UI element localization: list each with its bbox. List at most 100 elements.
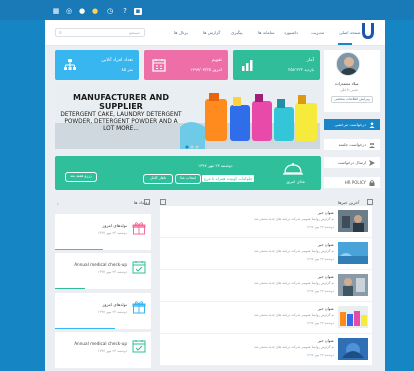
banner-line-3: DETERGENT CAKE, LAUNDRY DETERGENT [60,112,182,118]
app-icon[interactable]: ▪ [134,8,142,15]
banner-line-2: SUPPLIER [99,102,143,111]
events-icon [144,199,150,205]
event-title: تولدهای امروز [102,223,127,228]
sidebar-item-label: HR POLICY [344,180,366,185]
news-thumbnail [338,306,368,328]
carousel-dots[interactable] [185,145,199,151]
calendar-card[interactable]: تقویم امروز ۱۳۹۷/۰۷/۲۵ [144,50,228,80]
sidebar-item-label: ارسال درخواست [337,160,366,165]
news-date: دوشنبه ۲۳ مهر ۱۳۹۷ [306,225,334,229]
event-title: Annual medical check-up [74,262,127,267]
globe-icon[interactable]: ◎ [65,8,73,15]
news-item[interactable]: عنوان خبر به گزارش روابط عمومی شرکت برنا… [160,302,372,334]
banner-line-4: POWDER, DETERGENT POWDER AND A [64,119,178,125]
news-item[interactable]: عنوان خبر به گزارش روابط عمومی شرکت برنا… [160,238,372,270]
top-bar: ▦ ◎ ● ● ◷ ? ▪ [0,0,414,20]
event-progress-bar [55,248,103,250]
event-date: دوشنبه ۲۳ مهر ۱۳۹۷ [97,231,127,235]
active-nav-indicator [338,43,352,45]
nav-item-home[interactable]: صفحه اصلی [339,30,361,35]
nav-item-6[interactable]: گزارش ها [203,30,220,35]
news-title: عنوان خبر [317,306,334,311]
nav-item-4[interactable]: سامانه ها [258,30,275,35]
event-date: دوشنبه ۲۳ مهر ۱۳۹۷ [97,310,127,314]
sidebar-item-leave-request[interactable]: درخواست مرخصی [324,119,380,131]
card-value: ۲۵۸٬۳۲۲ بازدید [288,67,314,72]
edit-profile-button[interactable]: ویرایش اطلاعات شخصی [331,96,373,103]
news-date: دوشنبه ۲۳ مهر ۱۳۹۷ [306,257,334,261]
unilever-logo[interactable] [360,22,376,40]
event-progress-bar [55,327,115,329]
food-date: دوشنبه ۲۳ مهر ۱۳۹۷ [198,163,233,168]
bell-icon[interactable]: ● [78,8,86,15]
banner-line-1: MANUFACTURER AND [72,93,169,102]
more-icon[interactable]: ‹ [57,201,59,206]
event-progress-bar [55,287,85,289]
sidebar-item-meeting-request[interactable]: درخواست جلسه [324,139,380,151]
full-lunch-button[interactable]: ناهار کامل [143,174,173,184]
news-description: به گزارش روابط عمومی شرکت برنامه های جدی… [254,313,334,317]
nav-item-3[interactable]: داشبورد [284,30,298,35]
news-item[interactable]: عنوان خبر به گزارش روابط عمومی شرکت برنا… [160,206,372,238]
chart-icon [242,60,253,71]
search-icon: ⌕ [59,30,62,36]
news-list: عنوان خبر به گزارش روابط عمومی شرکت برنا… [160,206,372,366]
news-date: دوشنبه ۲۳ مهر ۱۳۹۷ [306,321,334,325]
nav-item-2[interactable]: مدیریت [311,30,324,35]
news-thumbnail [338,274,368,296]
card-value: امروز ۱۳۹۷/۰۷/۲۵ [190,67,222,72]
event-title: تولدهای امروز [102,302,127,307]
reserve-next-week-button[interactable]: رزرو هفته بعد [65,172,97,182]
food-name: چلوکباب کوبیده همراه با مرغ [202,175,255,182]
news-item[interactable]: عنوان خبر به گزارش روابط عمومی شرکت برنا… [160,270,372,302]
news-description: به گزارش روابط عمومی شرکت برنامه های جدی… [254,249,334,253]
gift-icon [132,301,146,314]
event-title: Annual medical check-up [74,341,127,346]
org-chart-icon [64,59,76,70]
food-tray-icon [283,163,303,175]
nav-item-7[interactable]: پرتال ها [174,30,188,35]
statistics-card[interactable]: آمار ۲۵۸٬۳۲۲ بازدید [233,50,320,80]
news-description: به گزارش روابط عمومی شرکت برنامه های جدی… [254,281,334,285]
event-card[interactable]: Annual medical check-up دوشنبه ۲۳ مهر ۱۳… [55,332,151,368]
sidebar-item-send-request[interactable]: ارسال درخواست [324,157,380,169]
choose-food-button[interactable]: انتخاب غذا [175,174,201,184]
card-title: تقویم [211,58,222,63]
people-icon [369,143,375,148]
news-title: عنوان خبر [317,338,334,343]
grid-icon[interactable]: ▦ [52,8,60,15]
online-users-card[interactable]: تعداد افراد آنلاین ۸۵ نفر [55,50,139,80]
news-date: دوشنبه ۲۳ مهر ۱۳۹۷ [306,289,334,293]
event-card[interactable]: Annual medical check-up دوشنبه ۲۳ مهر ۱۳… [55,253,151,289]
card-title: تعداد افراد آنلاین [101,58,133,63]
send-icon [369,160,375,166]
card-value: ۸۵ نفر [121,67,133,72]
promo-banner[interactable]: MANUFACTURER AND SUPPLIER DETERGENT CAKE… [55,83,320,149]
search-input[interactable]: ⌕ جستجو [55,28,145,37]
event-card[interactable]: تولدهای امروز دوشنبه ۲۳ مهر ۱۳۹۷ [55,214,151,250]
news-thumbnail [338,242,368,264]
chat-icon[interactable]: ● [91,8,99,15]
sidebar-item-label: درخواست مرخصی [334,122,366,127]
gift-icon [132,222,146,235]
event-date: دوشنبه ۲۳ مهر ۱۳۹۷ [97,270,127,274]
profile-role: مدیر داخلی [340,87,358,92]
news-date: دوشنبه ۲۳ مهر ۱۳۹۷ [306,353,334,357]
news-item[interactable]: عنوان خبر به گزارش روابط عمومی شرکت برنا… [160,334,372,366]
calendar-icon[interactable] [160,199,166,205]
news-thumbnail [338,338,368,360]
banner-line-5: LOT MORE... [103,126,139,132]
avatar[interactable] [336,52,360,76]
lock-icon [369,180,375,186]
help-icon[interactable]: ? [121,8,129,15]
clock-icon[interactable]: ◷ [106,8,114,15]
card-title: آمار [306,58,314,63]
calendar-icon [152,59,166,72]
news-description: به گزارش روابط عمومی شرکت برنامه های جدی… [254,345,334,349]
news-description: به گزارش روابط عمومی شرکت برنامه های جدی… [254,217,334,221]
sidebar-item-hr-policy[interactable]: HR POLICY [324,177,380,189]
news-thumbnail [338,210,368,232]
event-card[interactable]: تولدهای امروز دوشنبه ۲۳ مهر ۱۳۹۷ [55,293,151,329]
nav-item-5[interactable]: پیگیری [231,30,243,35]
person-icon [369,122,375,128]
